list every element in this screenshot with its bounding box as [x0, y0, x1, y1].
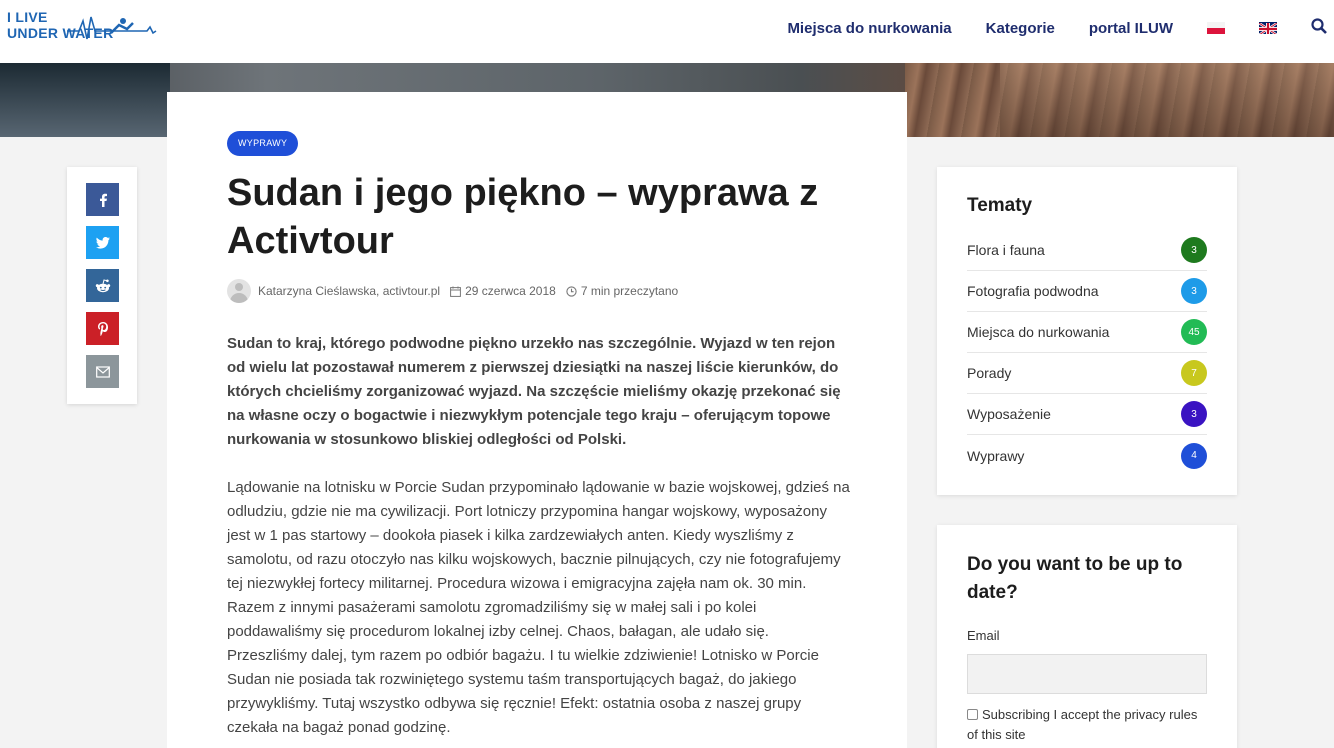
article-lead: Sudan to kraj, którego podwodne piękno u… — [227, 335, 841, 448]
topics-list: Flora i fauna 3 Fotografia podwodna 3 Mi… — [967, 230, 1207, 476]
facebook-icon[interactable] — [86, 183, 119, 216]
nav-item-categories[interactable]: Kategorie — [986, 20, 1055, 37]
article-title: Sudan i jego piękno – wyprawa z Activtou… — [227, 172, 819, 262]
reddit-icon[interactable] — [86, 269, 119, 302]
nav-item-dive-sites[interactable]: Miejsca do nurkowania — [787, 20, 951, 37]
site-header: I LIVE UNDER WATER Miejsca do nurkowania… — [0, 0, 1334, 63]
topic-count-badge: 7 — [1181, 360, 1207, 386]
email-label: Email — [967, 628, 1000, 643]
topics-widget: Tematy Flora i fauna 3 Fotografia podwod… — [937, 167, 1237, 495]
twitter-icon[interactable] — [86, 226, 119, 259]
uk-flag-icon[interactable] — [1259, 22, 1277, 34]
nav-item-portal[interactable]: portal ILUW — [1089, 20, 1173, 37]
logo-line1: I LIVE — [7, 9, 48, 25]
topics-title: Tematy — [967, 195, 1033, 216]
topic-name: Flora i fauna — [967, 242, 1045, 258]
read-time: 7 min przeczytano — [580, 284, 679, 298]
topic-name: Wyprawy — [967, 447, 1025, 464]
category-badge[interactable]: WYPRAWY — [227, 131, 299, 156]
pl-flag-icon[interactable] — [1207, 22, 1225, 34]
author-name[interactable]: Katarzyna Cieślawska, activtour.pl — [258, 284, 440, 298]
logo-text: I LIVE UNDER WATER — [7, 9, 113, 41]
topic-item[interactable]: Wyposażenie 3 — [967, 394, 1207, 435]
author-avatar — [227, 279, 251, 303]
hero-deck-shade — [1000, 63, 1334, 137]
article-date: 29 czerwca 2018 — [465, 284, 556, 298]
topic-item[interactable]: Porady 7 — [967, 353, 1207, 394]
calendar-icon — [450, 286, 461, 297]
article-paragraph: Lądowanie na lotnisku w Porcie Sudan prz… — [227, 479, 850, 736]
site-logo[interactable]: I LIVE UNDER WATER — [7, 9, 157, 49]
topic-item[interactable]: Miejsca do nurkowania 45 — [967, 312, 1207, 353]
topic-item[interactable]: Fotografia podwodna 3 — [967, 271, 1207, 312]
share-bar — [67, 167, 137, 404]
article-meta: Katarzyna Cieślawska, activtour.pl 29 cz… — [227, 279, 678, 303]
consent-label: Subscribing I accept the privacy rules o… — [967, 707, 1198, 742]
email-icon[interactable] — [86, 355, 119, 388]
consent-checkbox[interactable] — [967, 709, 978, 720]
topic-item[interactable]: Wyprawy 4 — [967, 435, 1207, 476]
topic-count-badge: 3 — [1181, 278, 1207, 304]
consent-row: Subscribing I accept the privacy rules o… — [967, 705, 1207, 745]
topic-count-badge: 4 — [1181, 442, 1207, 469]
topic-count-badge: 3 — [1181, 401, 1207, 427]
hero-water — [0, 63, 170, 137]
topic-count-badge: 45 — [1181, 319, 1207, 345]
clock-icon — [566, 285, 577, 297]
topic-name: Porady — [967, 365, 1012, 381]
article-card: WYPRAWY Sudan i jego piękno – wyprawa z … — [167, 92, 907, 748]
topic-item[interactable]: Flora i fauna 3 — [967, 230, 1207, 271]
pinterest-icon[interactable] — [86, 312, 119, 345]
newsletter-title: Do you want to be up to date? — [967, 554, 1183, 603]
search-icon[interactable] — [1311, 17, 1327, 39]
topic-count-badge: 3 — [1181, 237, 1207, 263]
main-nav: Miejsca do nurkowania Kategorie portal I… — [787, 0, 1334, 56]
logo-line2: UNDER WATER — [7, 25, 114, 41]
topic-name: Wyposażenie — [967, 406, 1051, 422]
topic-name: Miejsca do nurkowania — [967, 324, 1110, 340]
newsletter-widget: Do you want to be up to date? Email Subs… — [937, 525, 1237, 748]
email-field[interactable] — [967, 654, 1207, 694]
topic-name: Fotografia podwodna — [967, 283, 1099, 299]
